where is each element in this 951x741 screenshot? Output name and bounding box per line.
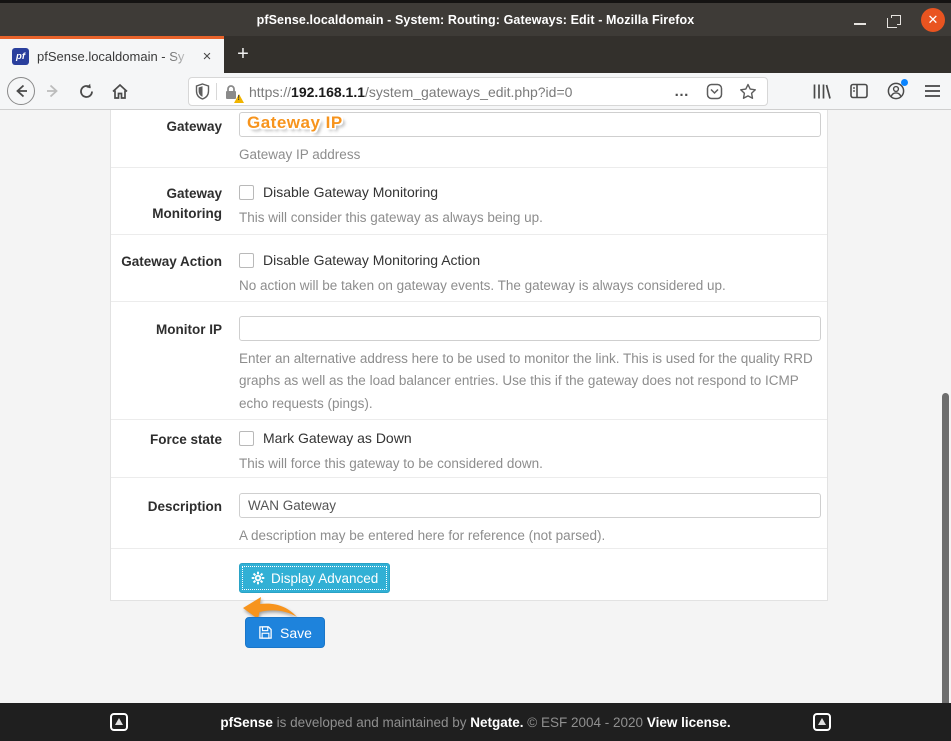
gateway-edit-form-panel: Gateway Gateway IP Gateway IP address Ga… (110, 110, 828, 601)
monitor-ip-help-text: Enter an alternative address here to be … (239, 348, 821, 415)
disable-gateway-monitoring-action-checkbox[interactable] (239, 253, 254, 268)
maximize-button[interactable] (885, 9, 907, 31)
footer-company-link[interactable]: Netgate. (470, 715, 523, 730)
gateway-action-help-text: No action will be taken on gateway event… (239, 275, 821, 297)
mark-gateway-down-checkbox[interactable] (239, 431, 254, 446)
minimize-button[interactable] (849, 9, 871, 31)
nav-toolbar: https://192.168.1.1/system_gateways_edit… (0, 73, 951, 110)
tracking-shield-icon (195, 83, 210, 100)
browser-tab[interactable]: pf pfSense.localdomain - Sy × (0, 36, 224, 73)
close-icon: ✕ (928, 12, 939, 28)
back-arrow-icon (13, 83, 29, 99)
description-input[interactable] (239, 493, 821, 518)
tab-close-button[interactable]: × (198, 47, 216, 65)
save-label: Save (280, 625, 312, 641)
monitor-ip-input[interactable] (239, 316, 821, 341)
scrollbar-thumb[interactable] (942, 393, 949, 737)
force-state-label: Force state (111, 430, 239, 477)
close-icon: × (203, 48, 212, 65)
footer-text: pfSense is developed and maintained by N… (220, 715, 730, 730)
page-content: Gateway Gateway IP Gateway IP address Ga… (0, 110, 951, 703)
menu-button[interactable] (924, 84, 941, 98)
tab-title: pfSense.localdomain - Sy (37, 49, 198, 64)
tab-bar: pf pfSense.localdomain - Sy × + (0, 36, 951, 73)
notification-dot (901, 79, 908, 86)
display-advanced-label: Display Advanced (271, 571, 378, 586)
url-path: /system_gateways_edit.php?id=0 (365, 84, 572, 100)
pocket-icon (706, 83, 723, 100)
footer: pfSense is developed and maintained by N… (0, 703, 951, 741)
star-icon (739, 83, 757, 100)
description-help-text: A description may be entered here for re… (239, 525, 821, 547)
scroll-to-top-button-left[interactable] (110, 713, 128, 731)
lock-icon[interactable] (224, 84, 240, 100)
pocket-button[interactable] (706, 83, 723, 100)
hamburger-icon (924, 84, 941, 98)
form-row-monitor-ip: Monitor IP Enter an alternative address … (111, 301, 827, 419)
mark-gateway-down-label: Mark Gateway as Down (263, 430, 412, 446)
library-icon (812, 83, 831, 100)
up-triangle-icon (818, 718, 826, 725)
library-button[interactable] (812, 83, 831, 100)
save-icon (258, 625, 273, 640)
new-tab-button[interactable]: + (230, 39, 256, 70)
view-license-link[interactable]: View license. (647, 715, 731, 730)
description-label: Description (111, 493, 239, 548)
save-button[interactable]: Save (245, 617, 325, 648)
forward-arrow-icon (45, 83, 61, 99)
account-button[interactable] (887, 82, 905, 100)
display-advanced-button[interactable]: Display Advanced (239, 563, 390, 593)
sidebar-icon (850, 83, 868, 99)
force-state-help-text: This will force this gateway to be consi… (239, 453, 821, 475)
disable-gateway-monitoring-action-label: Disable Gateway Monitoring Action (263, 252, 480, 268)
restore-icon (891, 15, 901, 25)
back-button[interactable] (7, 77, 35, 105)
url-text[interactable]: https://192.168.1.1/system_gateways_edit… (249, 84, 674, 100)
home-button[interactable] (107, 78, 133, 104)
gateway-monitoring-help-text: This will consider this gateway as alway… (239, 207, 821, 229)
gateway-label: Gateway (111, 112, 239, 167)
form-row-gateway-action: Gateway Action Disable Gateway Monitorin… (111, 234, 827, 301)
disable-gateway-monitoring-checkbox[interactable] (239, 185, 254, 200)
gear-icon (251, 571, 265, 585)
gateway-help-text: Gateway IP address (239, 144, 821, 166)
gateway-monitoring-label: Gateway Monitoring (111, 184, 239, 234)
divider (216, 83, 217, 100)
sidebar-toggle-button[interactable] (850, 83, 868, 99)
home-icon (111, 83, 129, 100)
pfsense-favicon-icon: pf (12, 48, 29, 65)
form-row-gateway: Gateway Gateway IP Gateway IP address (111, 110, 827, 167)
minimize-icon (854, 23, 866, 25)
url-scheme: https:// (249, 84, 291, 100)
gateway-input[interactable] (239, 112, 821, 137)
window-title: pfSense.localdomain - System: Routing: G… (0, 3, 951, 36)
reload-icon (78, 83, 95, 100)
bookmark-star-button[interactable] (739, 83, 757, 100)
url-host: 192.168.1.1 (291, 84, 365, 100)
gateway-action-label: Gateway Action (111, 252, 239, 301)
form-row-force-state: Force state Mark Gateway as Down This wi… (111, 419, 827, 477)
form-row-gateway-monitoring: Gateway Monitoring Disable Gateway Monit… (111, 167, 827, 234)
page-actions-button[interactable]: … (674, 83, 690, 100)
plus-icon: + (237, 43, 249, 66)
insecure-warning-icon (234, 94, 244, 103)
scroll-to-top-button-right[interactable] (813, 713, 831, 731)
reload-button[interactable] (73, 78, 99, 104)
footer-brand: pfSense (220, 715, 273, 730)
close-button[interactable]: ✕ (921, 8, 945, 32)
url-bar[interactable]: https://192.168.1.1/system_gateways_edit… (188, 77, 768, 106)
window-titlebar: pfSense.localdomain - System: Routing: G… (0, 0, 951, 36)
form-row-advanced: Display Advanced (111, 548, 827, 601)
monitor-ip-label: Monitor IP (111, 316, 239, 419)
disable-gateway-monitoring-label: Disable Gateway Monitoring (263, 184, 438, 200)
up-triangle-icon (115, 718, 123, 725)
forward-button[interactable] (41, 79, 65, 103)
form-row-description: Description A description may be entered… (111, 477, 827, 548)
